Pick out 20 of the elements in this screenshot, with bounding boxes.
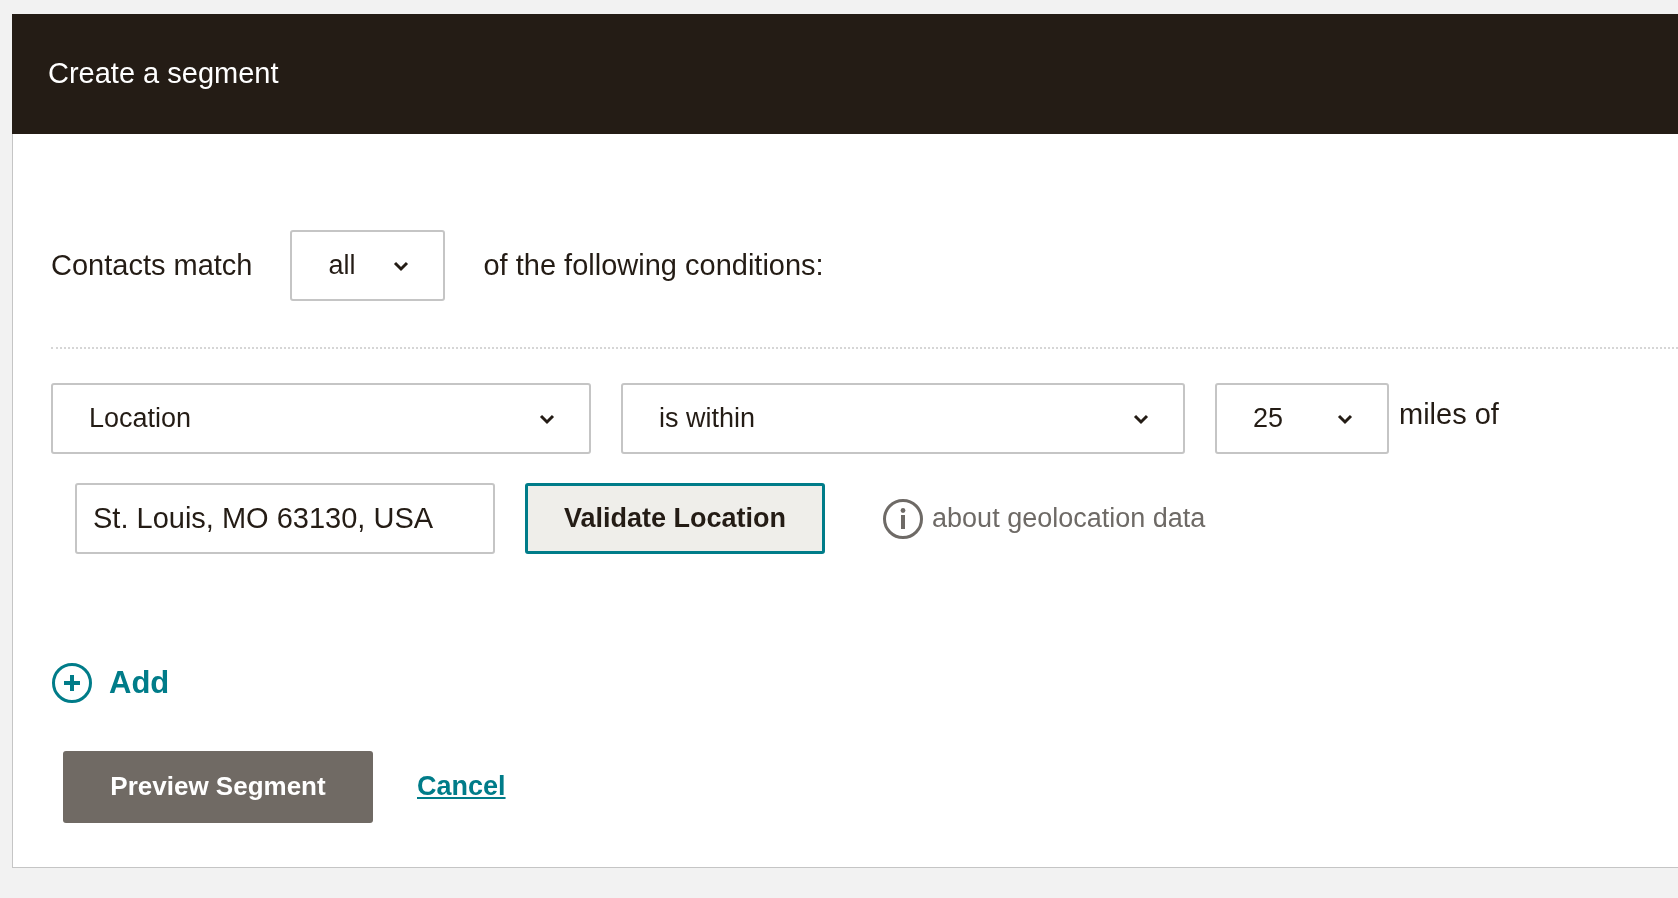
validate-location-button[interactable]: Validate Location: [525, 483, 826, 554]
operator-select[interactable]: is within: [621, 383, 1185, 454]
preview-segment-button[interactable]: Preview Segment: [63, 750, 373, 823]
chevron-down-icon: [1133, 412, 1149, 425]
chevron-down-icon: [539, 412, 555, 425]
match-label: Contacts match: [51, 247, 253, 283]
match-suffix: of the following conditions:: [483, 247, 824, 283]
add-condition-link[interactable]: Add: [109, 660, 170, 707]
chevron-down-icon: [393, 259, 410, 272]
add-circle-icon[interactable]: [51, 662, 93, 705]
page-title: Create a segment: [48, 56, 279, 92]
cancel-link[interactable]: Cancel: [417, 766, 506, 807]
info-icon[interactable]: [882, 497, 925, 540]
match-select[interactable]: all: [290, 230, 446, 301]
location-input[interactable]: St. Louis, MO 63130, USA: [75, 483, 495, 554]
chevron-down-icon: [1337, 412, 1353, 425]
field-select[interactable]: Location: [51, 383, 591, 454]
distance-select[interactable]: 25: [1215, 383, 1389, 454]
unit-label: miles of: [1399, 397, 1499, 432]
geolocation-info-link[interactable]: about geolocation data: [932, 498, 1206, 539]
